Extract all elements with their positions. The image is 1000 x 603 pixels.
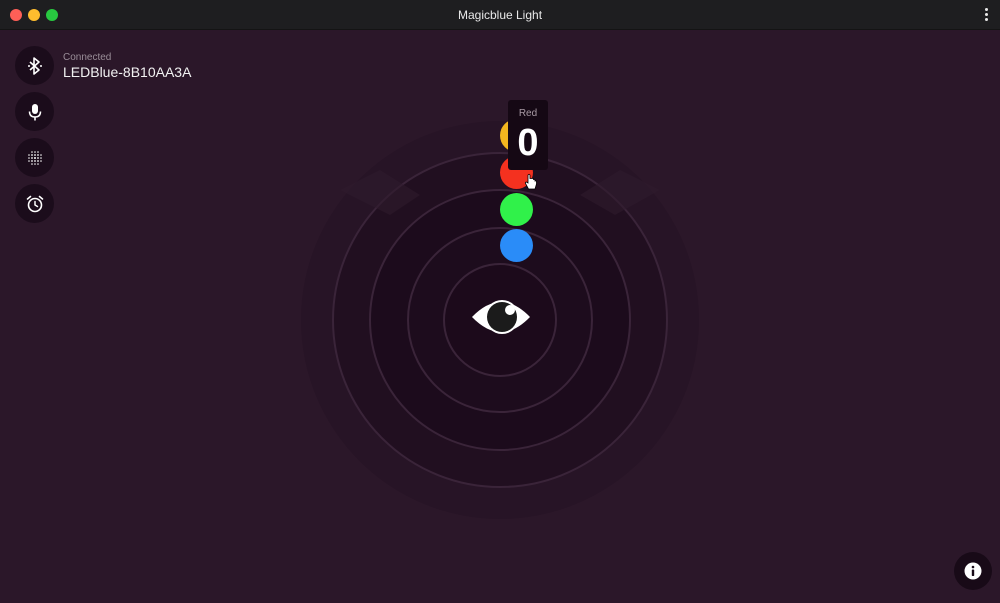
microphone-icon [28,103,41,120]
app-window: Magicblue Light Connected LEDBlue-8B10AA… [0,0,1000,603]
effects-button[interactable] [15,138,54,177]
hand-cursor-icon [524,174,537,190]
bluetooth-button[interactable] [15,46,54,85]
color-dot-blue[interactable] [500,229,533,262]
color-dot-green[interactable] [500,193,533,226]
info-button[interactable] [954,552,992,590]
light-rings-visual [301,121,699,519]
connection-status: Connected [63,52,112,63]
alarm-clock-icon [26,195,43,212]
tooltip-value: 0 [517,122,539,164]
dot-grid-icon [27,150,42,165]
microphone-button[interactable] [15,92,54,131]
info-icon [964,562,982,580]
color-value-tooltip: Red 0 [508,100,548,170]
device-name: LEDBlue-8B10AA3A [63,64,192,80]
alarm-button[interactable] [15,184,54,223]
tooltip-label: Red [518,108,538,119]
bluetooth-icon [27,56,42,75]
